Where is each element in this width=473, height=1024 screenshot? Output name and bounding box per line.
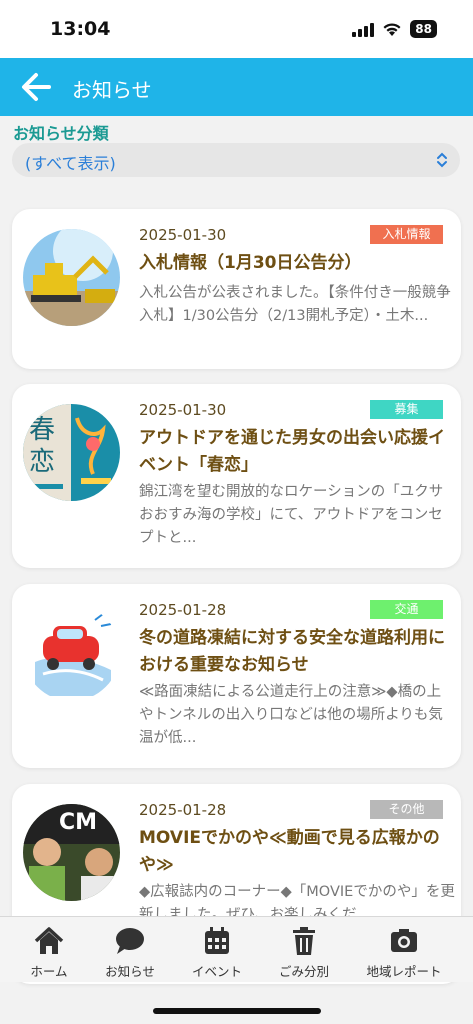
- thumbnail-caption: CM: [59, 810, 98, 835]
- camera-icon: [391, 929, 417, 952]
- wifi-icon: [383, 22, 401, 36]
- news-thumbnail: [23, 604, 120, 701]
- tab-label: ホーム: [30, 964, 68, 979]
- news-title: アウトドアを通じた男女の出会い応援イベント「春恋」: [139, 428, 445, 475]
- news-thumbnail: 春恋: [23, 404, 120, 501]
- chat-bubble-icon: [116, 928, 144, 954]
- tab-home[interactable]: ホーム: [2, 917, 96, 983]
- cellular-signal-icon: [352, 21, 375, 37]
- news-thumbnail: CM: [23, 804, 120, 901]
- news-card[interactable]: 2025-01-28 交通 冬の道路凍結に対する安全な道路利用における重要なお知…: [12, 584, 461, 768]
- news-title: 冬の道路凍結に対する安全な道路利用における重要なお知らせ: [139, 628, 445, 675]
- app-header: お知らせ: [0, 58, 473, 116]
- news-excerpt: 入札公告が公表されました。【条件付き一般競争入札】1/30公告分（2/13開札予…: [139, 285, 451, 324]
- status-time: 13:04: [50, 18, 111, 40]
- tab-label: ごみ分別: [278, 964, 329, 979]
- home-icon: [34, 927, 64, 954]
- status-icons: 88: [352, 20, 437, 38]
- news-category-badge: その他: [370, 800, 443, 819]
- news-date: 2025-01-28: [139, 601, 227, 619]
- news-date: 2025-01-28: [139, 801, 227, 819]
- tab-label: イベント: [191, 964, 242, 979]
- news-card[interactable]: 春恋 2025-01-30 募集 アウトドアを通じた男女の出会い応援イベント「春…: [12, 384, 461, 568]
- tab-label: 地域レポート: [366, 964, 442, 979]
- tab-label: お知らせ: [105, 964, 155, 979]
- news-title: MOVIEでかのや≪動画で見る広報かのや≫: [139, 828, 440, 875]
- tab-community-report[interactable]: 地域レポート: [357, 917, 451, 983]
- tab-news[interactable]: お知らせ: [83, 917, 177, 983]
- news-title: 入札情報（1月30日公告分）: [139, 253, 362, 273]
- home-indicator: [153, 1008, 321, 1014]
- battery-indicator: 88: [410, 20, 437, 38]
- thumbnail-caption: 春恋: [29, 415, 56, 477]
- back-arrow-icon[interactable]: [20, 72, 52, 102]
- news-category-badge: 交通: [370, 600, 443, 619]
- news-date: 2025-01-30: [139, 226, 227, 244]
- news-card[interactable]: 2025-01-30 入札情報 入札情報（1月30日公告分） 入札公告が公表され…: [12, 209, 461, 369]
- calendar-icon: [205, 927, 229, 954]
- news-excerpt: 錦江湾を望む開放的なロケーションの「ユクサおおすみ海の学校」にて、アウトドアをコ…: [139, 484, 444, 546]
- news-category-badge: 募集: [370, 400, 443, 419]
- select-chevron-icon: [437, 152, 447, 168]
- tab-events[interactable]: イベント: [170, 917, 264, 983]
- page-title: お知らせ: [72, 78, 152, 102]
- news-category-badge: 入札情報: [370, 225, 443, 244]
- status-bar: 13:04 88: [0, 0, 473, 58]
- news-date: 2025-01-30: [139, 401, 227, 419]
- category-select[interactable]: (すべて表示): [12, 143, 460, 177]
- news-thumbnail: [23, 229, 120, 326]
- bottom-tab-bar: ホーム お知らせ イベント ごみ分別 地域レポート: [0, 916, 473, 982]
- tab-garbage[interactable]: ごみ分別: [257, 917, 351, 983]
- category-select-value: (すべて表示): [25, 154, 116, 173]
- news-excerpt: ≪路面凍結による公道走行上の注意≫◆橋の上やトンネルの出入り口などは他の場所より…: [139, 684, 443, 746]
- filter-label: お知らせ分類: [13, 124, 109, 143]
- trash-icon: [293, 927, 315, 955]
